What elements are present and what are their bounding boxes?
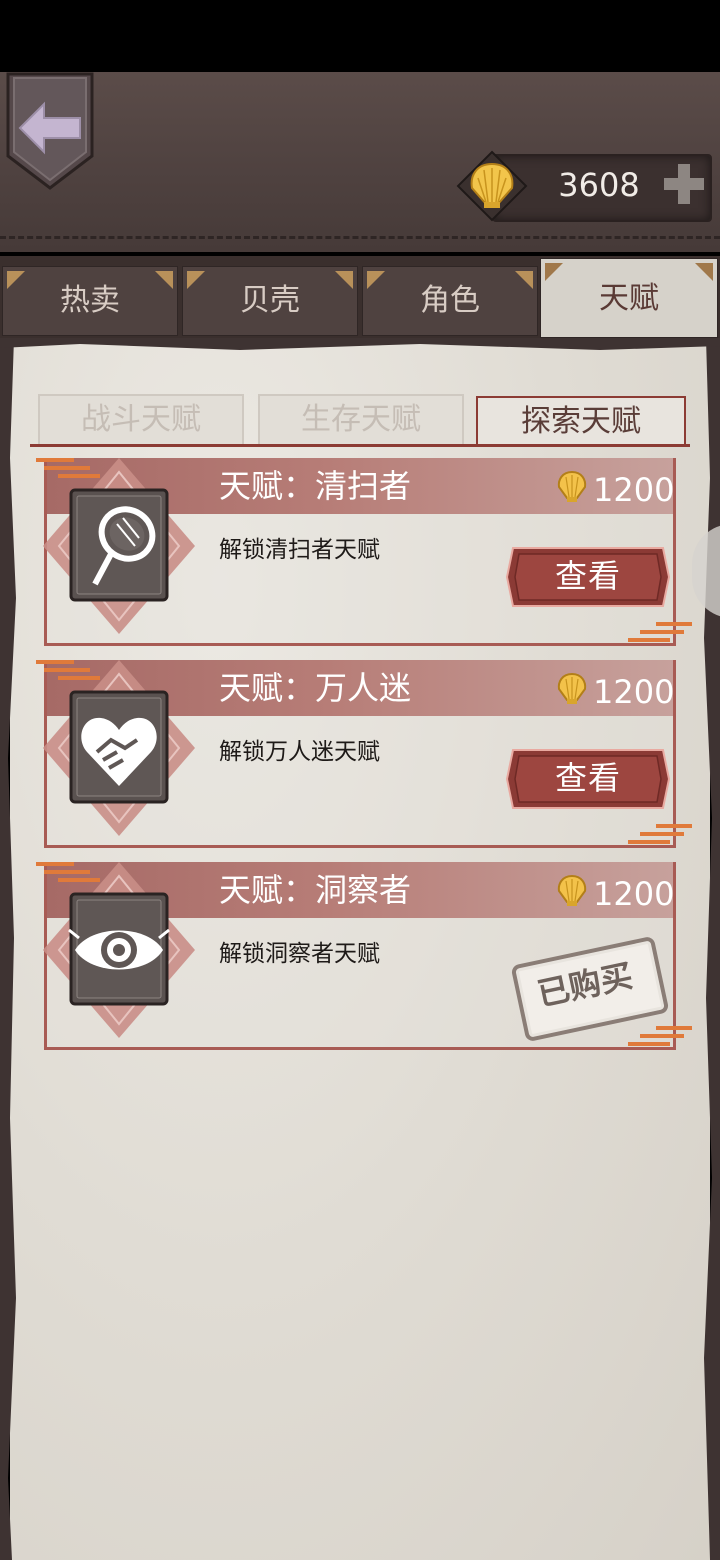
back-arrow-icon [6, 72, 94, 190]
talent-description: 解锁洞察者天赋 [219, 941, 380, 967]
talent-price: 1200 [593, 875, 675, 913]
cloud-ornament-icon [36, 458, 100, 478]
plus-icon[interactable] [662, 162, 706, 206]
corner-ornament-icon [515, 271, 533, 289]
talent-card: 天赋：清扫者 1200 解锁清扫者天赋 查看 [43, 458, 676, 646]
cloud-ornament-icon [36, 862, 100, 882]
main-tabs: 热卖 贝壳 角色 天赋 [0, 256, 720, 338]
subtab-survival-talents[interactable]: 生存天赋 [258, 394, 464, 446]
corner-ornament-icon [695, 263, 713, 281]
subtab-underline [30, 444, 690, 447]
talent-price: 1200 [593, 673, 675, 711]
talent-title: 天赋：万人迷 [219, 669, 412, 707]
subtab-combat-talents[interactable]: 战斗天赋 [38, 394, 244, 446]
tab-characters[interactable]: 角色 [362, 266, 538, 336]
cloud-ornament-icon [628, 824, 692, 844]
corner-ornament-icon [545, 263, 563, 281]
subtab-label: 探索天赋 [521, 404, 641, 439]
view-button-label: 查看 [554, 759, 621, 797]
talent-description: 解锁清扫者天赋 [219, 537, 380, 563]
status-bar [0, 0, 720, 72]
talent-description: 解锁万人迷天赋 [219, 739, 380, 765]
corner-ornament-icon [335, 271, 353, 289]
header-stitch [0, 236, 720, 239]
tab-label: 天赋 [599, 281, 659, 316]
corner-ornament-icon [7, 271, 25, 289]
subtab-label: 生存天赋 [301, 402, 421, 437]
back-button[interactable] [6, 72, 94, 190]
tab-label: 贝壳 [240, 283, 300, 318]
cloud-ornament-icon [628, 622, 692, 642]
view-button[interactable]: 查看 [503, 544, 673, 610]
corner-ornament-icon [367, 271, 385, 289]
tab-label: 热卖 [60, 283, 120, 318]
talent-card: 天赋：万人迷 1200 解锁万人迷天赋 查看 [43, 660, 676, 848]
subtab-label: 战斗天赋 [81, 402, 201, 437]
talent-title: 天赋：洞察者 [219, 871, 412, 909]
talent-price: 1200 [593, 471, 675, 509]
shell-coin-icon [456, 150, 532, 222]
currency-amount: 3608 [558, 166, 640, 204]
cloud-ornament-icon [36, 660, 100, 680]
purchased-label: 已购买 [534, 956, 636, 1014]
talent-card: 天赋：洞察者 1200 解锁洞察者天赋 已购买 [43, 862, 676, 1050]
corner-ornament-icon [155, 271, 173, 289]
shell-coin-icon [557, 470, 587, 502]
tab-hot-sale[interactable]: 热卖 [2, 266, 178, 336]
shell-coin-icon [557, 874, 587, 906]
cloud-ornament-icon [628, 1026, 692, 1046]
tab-shells[interactable]: 贝壳 [182, 266, 358, 336]
shell-coin-icon [557, 672, 587, 704]
tab-talents[interactable]: 天赋 [540, 258, 718, 338]
talent-title: 天赋：清扫者 [219, 467, 412, 505]
view-button-label: 查看 [554, 557, 621, 595]
view-button[interactable]: 查看 [503, 746, 673, 812]
currency-display: 3608 [456, 150, 712, 222]
subtab-exploration-talents[interactable]: 探索天赋 [476, 396, 686, 446]
corner-ornament-icon [187, 271, 205, 289]
tab-label: 角色 [420, 283, 480, 318]
